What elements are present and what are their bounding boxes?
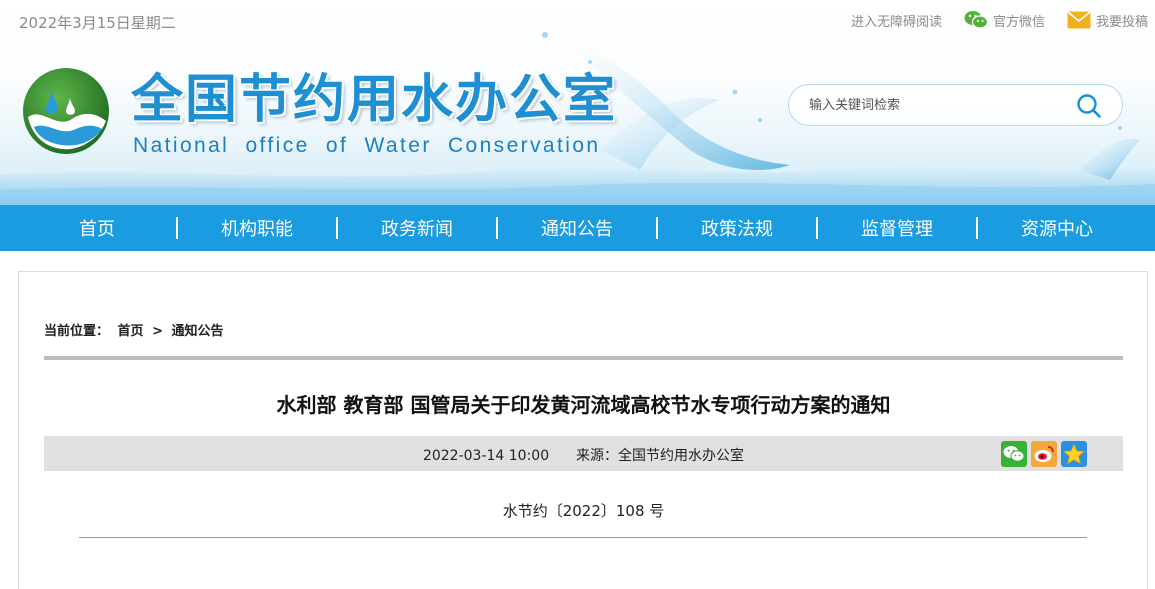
wechat-share-icon[interactable] — [1001, 441, 1027, 467]
nav-item-supervision[interactable]: 监督管理 — [818, 215, 976, 241]
submit-article-label: 我要投稿 — [1095, 14, 1148, 30]
current-date: 2022年3月15日星期二 — [19, 14, 176, 32]
qzone-share-icon[interactable] — [1061, 441, 1087, 467]
nav-item-notices[interactable]: 通知公告 — [498, 215, 656, 241]
document-number: 水节约〔2022〕108 号 — [502, 502, 665, 520]
breadcrumb-home-link[interactable]: 首页 — [118, 324, 144, 339]
article-meta-bar: 2022-03-14 10:00 来源：全国节约用水办公室 — [44, 436, 1123, 471]
site-subtitle: National office of Water Conservation — [133, 134, 601, 157]
wechat-icon — [964, 10, 988, 30]
weibo-share-icon[interactable] — [1031, 441, 1057, 467]
nav-item-news[interactable]: 政务新闻 — [338, 215, 496, 241]
search-box — [788, 84, 1123, 126]
nav-item-policies[interactable]: 政策法规 — [658, 215, 816, 241]
site-title: 全国节约用水办公室 — [131, 70, 618, 130]
breadcrumb-separator: > — [152, 324, 163, 339]
search-icon[interactable] — [1076, 93, 1102, 119]
mail-icon — [1067, 11, 1091, 29]
breadcrumb-current-link[interactable]: 通知公告 — [172, 324, 224, 339]
main-nav: 首页 机构职能 政务新闻 通知公告 政策法规 监督管理 资源中心 — [0, 205, 1155, 251]
article-container: 当前位置： 首页 > 通知公告 水利部 教育部 国管局关于印发黄河流域高校节水专… — [18, 271, 1148, 589]
nav-item-home[interactable]: 首页 — [0, 215, 176, 241]
top-links: 进入无障碍阅读 官方微信 我要投稿 — [829, 10, 1148, 30]
breadcrumb-label: 当前位置： — [44, 324, 110, 339]
submit-article-link[interactable]: 我要投稿 — [1067, 11, 1148, 30]
article-datetime: 2022-03-14 10:00 — [422, 448, 550, 464]
breadcrumb-divider — [44, 356, 1123, 360]
accessibility-link[interactable]: 进入无障碍阅读 — [851, 11, 942, 30]
article-source: 来源：全国节约用水办公室 — [576, 448, 745, 464]
wechat-link[interactable]: 官方微信 — [964, 10, 1045, 30]
article-title: 水利部 教育部 国管局关于印发黄河流域高校节水专项行动方案的通知 — [276, 393, 891, 417]
site-logo[interactable] — [22, 67, 110, 155]
share-buttons — [997, 441, 1087, 467]
search-input[interactable] — [809, 97, 1069, 113]
document-divider — [79, 537, 1087, 538]
wechat-link-label: 官方微信 — [992, 14, 1045, 30]
nav-item-functions[interactable]: 机构职能 — [178, 215, 336, 241]
site-header: 2022年3月15日星期二 进入无障碍阅读 官方微信 我要投稿 全国节约用水办公… — [0, 0, 1155, 205]
nav-item-resources[interactable]: 资源中心 — [978, 215, 1136, 241]
breadcrumb: 当前位置： 首页 > 通知公告 — [44, 320, 228, 339]
